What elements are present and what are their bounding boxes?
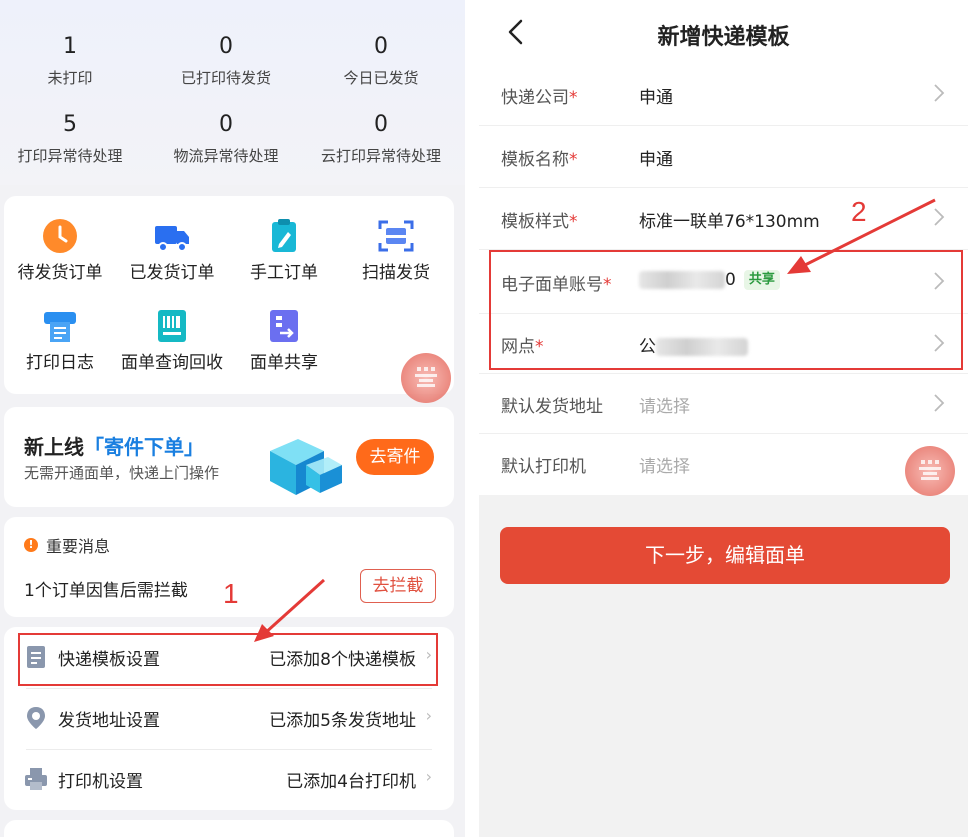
promo-subtitle: 无需开通面单，快递上门操作 [24, 464, 220, 482]
field-label-text: 默认发货地址 [501, 397, 603, 417]
quick-item-shipped-orders[interactable]: 已发货订单 [116, 218, 228, 284]
stat-number: 0 [374, 112, 388, 137]
field-placeholder: 请选择 [639, 397, 690, 417]
quick-item-waybill-share[interactable]: 面单共享 [228, 308, 340, 374]
required-mark: * [569, 150, 578, 170]
quick-item-print-log[interactable]: 打印日志 [4, 308, 116, 374]
stat-number: 1 [63, 34, 77, 59]
settings-row-label: 发货地址设置 [58, 711, 160, 731]
field-label: 快递公司* [501, 83, 578, 108]
field-default-address[interactable]: 默认发货地址 请选择 [479, 374, 968, 434]
stats-panel: 1 未打印 0 已打印待发货 0 今日已发货 5 打印异常待处理 0 物流异常待… [0, 0, 465, 185]
settings-row-label: 打印机设置 [58, 772, 143, 792]
stat-print-error[interactable]: 5 打印异常待处理 [0, 112, 150, 166]
truck-icon [154, 218, 190, 254]
annotation-arrow-icon [787, 198, 936, 274]
printer-icon [24, 767, 48, 791]
stat-number: 0 [374, 34, 388, 59]
chevron-right-icon: › [425, 706, 432, 725]
field-label: 模板样式* [501, 207, 578, 232]
quick-item-label: 面单共享 [250, 353, 318, 373]
right-panel: 新增快递模板 快递公司* 申通 模板名称* 申通 模板样式* 标准一联单76*1… [479, 0, 968, 837]
left-panel: 1 未打印 0 已打印待发货 0 今日已发货 5 打印异常待处理 0 物流异常待… [0, 0, 465, 837]
location-icon [24, 706, 48, 730]
quick-item-label: 待发货订单 [17, 263, 103, 283]
print-log-icon [42, 308, 78, 344]
scan-icon [378, 218, 414, 254]
quick-item-label: 面单查询回收 [121, 353, 223, 373]
field-template-name[interactable]: 模板名称* 申通 [479, 126, 968, 188]
bottom-card [4, 820, 454, 837]
stat-label: 打印异常待处理 [17, 147, 123, 165]
stat-label: 未打印 [47, 69, 93, 87]
quick-item-label: 已发货订单 [129, 263, 215, 283]
promo-card[interactable]: 新上线「寄件下单」 无需开通面单，快递上门操作 去寄件 [4, 407, 454, 507]
stat-number: 5 [63, 112, 77, 137]
quick-item-label: 手工订单 [250, 263, 318, 283]
quick-actions-card: 待发货订单 已发货订单 手工订单 扫描发货 打印日志 面单查询回收 面单共享 [4, 196, 454, 394]
promo-title-prefix: 新上线 [24, 435, 84, 459]
stat-printed-pending[interactable]: 0 已打印待发货 [146, 34, 306, 88]
required-mark: * [569, 212, 578, 232]
stat-cloud-print-error[interactable]: 0 云打印异常待处理 [301, 112, 461, 166]
quick-item-waybill-query[interactable]: 面单查询回收 [116, 308, 228, 374]
field-express-company[interactable]: 快递公司* 申通 [479, 64, 968, 126]
stat-label: 今日已发货 [343, 69, 419, 87]
stat-logistics-error[interactable]: 0 物流异常待处理 [146, 112, 306, 166]
stat-label: 物流异常待处理 [173, 147, 279, 165]
intercept-button[interactable]: 去拦截 [360, 569, 436, 603]
clock-icon [42, 218, 78, 254]
stat-shipped-today[interactable]: 0 今日已发货 [301, 34, 461, 88]
notice-heading-text: 重要消息 [46, 537, 111, 556]
page-title: 新增快递模板 [657, 25, 790, 50]
barcode-icon [154, 308, 190, 344]
field-placeholder: 请选择 [639, 457, 690, 477]
settings-row-ship-address[interactable]: 发货地址设置 已添加5条发货地址 › [4, 688, 454, 749]
quick-item-label: 扫描发货 [362, 263, 430, 283]
boxes-illustration-icon [262, 421, 346, 501]
stat-number: 0 [219, 34, 233, 59]
nav-header: 新增快递模板 [479, 0, 968, 64]
quick-item-scan-ship[interactable]: 扫描发货 [340, 218, 452, 284]
settings-row-value: 已添加4台打印机 [286, 772, 416, 792]
go-send-button[interactable]: 去寄件 [356, 439, 434, 475]
chevron-right-icon [932, 392, 946, 414]
merchant-seal-icon [401, 353, 451, 403]
quick-item-label: 打印日志 [26, 353, 94, 373]
stat-label: 云打印异常待处理 [320, 147, 441, 165]
annotation-arrow-icon [254, 578, 326, 642]
promo-title-highlight: 「寄件下单」 [84, 435, 204, 459]
field-label: 模板名称* [501, 145, 578, 170]
alert-icon: ! [24, 538, 38, 552]
next-step-button[interactable]: 下一步，编辑面单 [500, 527, 950, 584]
clipboard-pen-icon [266, 218, 302, 254]
field-label-text: 模板名称 [501, 150, 569, 170]
share-icon [266, 308, 302, 344]
stat-label: 已打印待发货 [180, 69, 271, 87]
settings-row-printer[interactable]: 打印机设置 已添加4台打印机 › [4, 749, 454, 810]
field-label-text: 快递公司 [501, 88, 569, 108]
annotation-number: 1 [223, 578, 239, 609]
notice-message: 1个订单因售后需拦截 [24, 581, 188, 601]
notice-heading: ! 重要消息 [24, 533, 110, 557]
field-value: 申通 [639, 150, 673, 170]
field-label-text: 默认打印机 [501, 457, 586, 477]
field-value: 申通 [639, 88, 673, 108]
merchant-seal-icon [905, 446, 955, 496]
field-label: 默认发货地址 [501, 392, 603, 417]
stat-unprinted[interactable]: 1 未打印 [0, 34, 150, 88]
required-mark: * [569, 88, 578, 108]
field-label: 默认打印机 [501, 452, 586, 477]
quick-item-manual-order[interactable]: 手工订单 [228, 218, 340, 284]
chevron-right-icon: › [425, 767, 432, 786]
promo-title: 新上线「寄件下单」 [24, 431, 204, 460]
quick-item-pending-orders[interactable]: 待发货订单 [4, 218, 116, 284]
field-label-text: 模板样式 [501, 212, 569, 232]
chevron-right-icon [932, 82, 946, 104]
stat-number: 0 [219, 112, 233, 137]
settings-row-value: 已添加5条发货地址 [269, 711, 416, 731]
field-default-printer[interactable]: 默认打印机 请选择 [479, 434, 968, 495]
highlight-box [18, 633, 438, 686]
